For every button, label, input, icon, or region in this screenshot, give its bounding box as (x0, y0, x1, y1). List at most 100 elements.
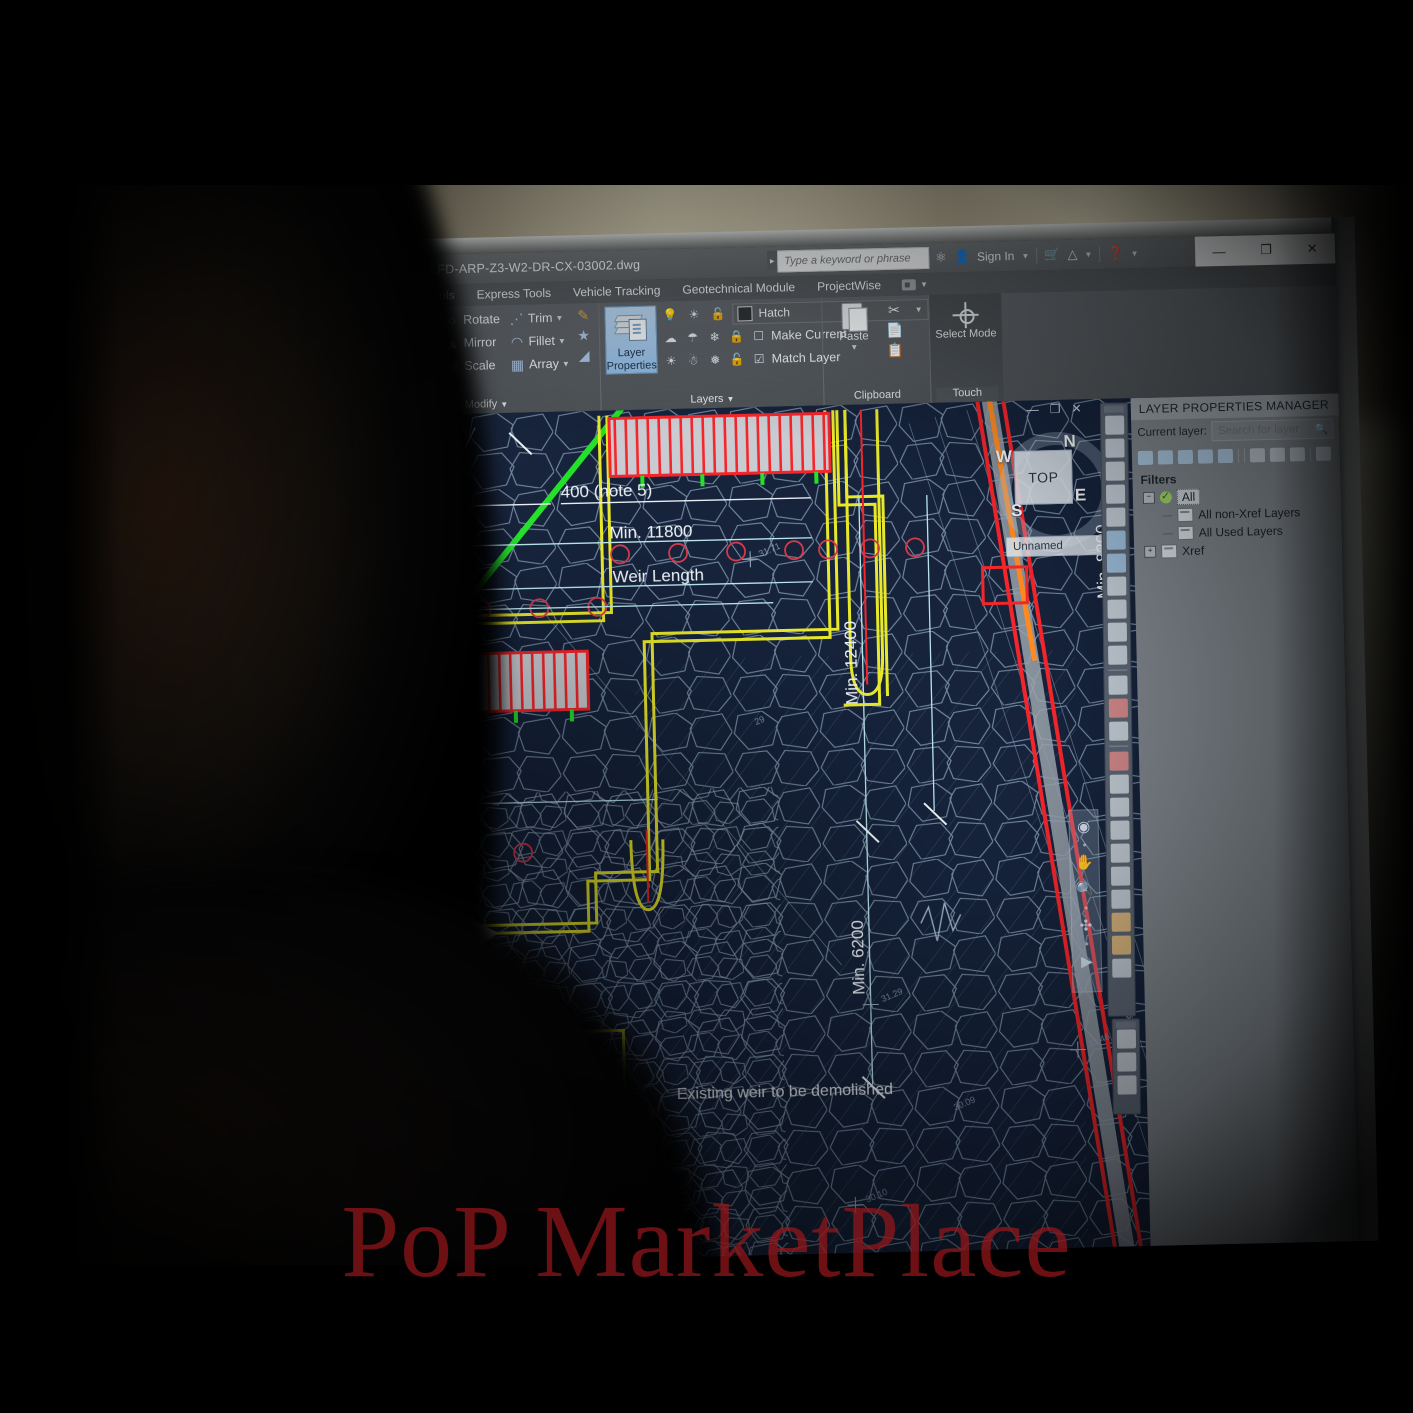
drawing-minimize-button[interactable]: — (1027, 402, 1039, 416)
compass-north-label[interactable]: N (1063, 432, 1076, 452)
infocenter-search-input[interactable] (777, 246, 929, 273)
unlock-icon[interactable]: 🔓 (708, 305, 727, 322)
tab-projectwise[interactable]: ProjectWise (806, 278, 892, 294)
feature-line-icon[interactable] (1107, 675, 1128, 695)
data-shortcut-icon[interactable] (1116, 1052, 1136, 1072)
viewcube[interactable]: TOP N E S W Unnamed (987, 417, 1117, 558)
autodesk-chevron-down-icon[interactable]: ▼ (1084, 250, 1092, 259)
layer-states-manager-icon[interactable] (1217, 448, 1234, 464)
xref-attach-icon[interactable] (1116, 1029, 1136, 1049)
layer-lock-icon[interactable]: 🔒 (727, 328, 746, 345)
minimize-button[interactable]: — (1212, 243, 1225, 258)
layer-isolate-icon[interactable]: ☂ (683, 329, 702, 346)
drawing-restore-button[interactable]: ❐ (1050, 402, 1061, 416)
orbit-icon[interactable]: ✣ (1075, 915, 1096, 936)
layer-freeze-icon[interactable]: ❄ (705, 328, 724, 345)
lightbulb-icon[interactable]: 💡 (660, 306, 679, 323)
profile-icon[interactable] (1108, 751, 1129, 771)
modify-panel-chevron-down-icon[interactable]: ▼ (500, 400, 508, 409)
corridor-icon[interactable] (1109, 774, 1129, 794)
cart-icon[interactable]: 🛒 (1044, 247, 1061, 263)
viewcube-top-face[interactable]: TOP (1013, 449, 1074, 505)
copy-with-base-icon[interactable]: 📋 (886, 342, 904, 359)
showmotion-icon[interactable]: ▶ (1076, 951, 1097, 972)
new-layer-vp-frozen-icon[interactable] (1157, 450, 1174, 465)
point-style-icon[interactable] (1107, 645, 1127, 665)
layer-unlock-icon[interactable]: 🔓 (727, 351, 746, 368)
erase-icon[interactable]: ✎ (575, 307, 592, 324)
user-icon[interactable]: 👤 (954, 249, 971, 265)
modify-trim-button[interactable]: ⋰ Trim ▼ (508, 307, 569, 328)
cut-icon[interactable]: ✂ (885, 302, 902, 319)
help-icon[interactable]: ❓ (1107, 245, 1124, 261)
delete-layer-icon[interactable] (1177, 449, 1194, 465)
expand-xref-icon[interactable]: + (1144, 545, 1157, 558)
tab-vehicle-tracking[interactable]: Vehicle Tracking (562, 283, 672, 300)
alignment-create-icon[interactable] (1108, 721, 1128, 741)
tab-express-tools[interactable]: Express Tools (465, 286, 562, 302)
new-layer-icon[interactable] (1137, 450, 1154, 466)
volume-dashboard-icon[interactable] (1110, 866, 1130, 886)
material-list-icon[interactable] (1111, 935, 1131, 955)
surface-volume-icon[interactable] (1105, 484, 1125, 504)
paste-button[interactable]: Paste ▼ (827, 300, 880, 352)
compass-east-label[interactable]: E (1075, 485, 1087, 505)
point-group-icon[interactable] (1106, 599, 1127, 619)
copy-clip-icon[interactable]: 📄 (886, 322, 904, 339)
edit-polyline-icon[interactable]: ◢ (575, 347, 592, 364)
layer-on-icon[interactable]: ☀ (662, 352, 681, 369)
tab-geotechnical-module[interactable]: Geotechnical Module (671, 280, 806, 297)
search-expand-arrow[interactable]: ▸ (766, 250, 778, 271)
new-property-filter-icon[interactable] (1249, 448, 1266, 463)
modify-fillet-button[interactable]: ◠ Fillet ▼ (508, 330, 569, 351)
viewcube-view-name[interactable]: Unnamed (1005, 534, 1107, 558)
assembly-icon[interactable] (1109, 797, 1129, 817)
pan-hand-icon[interactable]: ✋ (1074, 852, 1095, 873)
fillet-chevron-down-icon[interactable]: ▼ (558, 336, 566, 345)
parcel-create-icon[interactable] (1105, 507, 1125, 527)
quantity-takeoff-icon[interactable] (1111, 958, 1131, 978)
tool-palette-2-grip[interactable] (1115, 1021, 1136, 1029)
ribbon-display-options[interactable]: ▼ (901, 278, 928, 291)
compass-west-label[interactable]: W (996, 447, 1013, 467)
layer-properties-button[interactable]: Layer Properties (604, 305, 658, 375)
sign-in-label[interactable]: Sign In (977, 249, 1015, 264)
tool-palette-grip[interactable] (1103, 405, 1125, 413)
select-mode-button[interactable]: Select Mode (934, 297, 997, 341)
autodesk-a-icon[interactable]: △ (1067, 246, 1077, 262)
grading-icon[interactable] (1110, 843, 1130, 863)
surface-edit-icon[interactable] (1104, 438, 1125, 458)
point-create-icon[interactable] (1106, 576, 1126, 596)
layer-unisolate-icon[interactable]: ☃ (683, 352, 702, 369)
surface-create-icon[interactable] (1104, 415, 1124, 435)
layer-thaw-icon[interactable]: ❅ (705, 351, 724, 368)
infocenter-search-box[interactable] (776, 246, 930, 273)
set-current-layer-icon[interactable] (1197, 449, 1214, 464)
match-layer-icon[interactable]: ☑ (749, 350, 768, 367)
steering-wheel-icon[interactable]: ◉ (1073, 816, 1094, 837)
explode-icon[interactable]: ★ (575, 327, 592, 344)
paste-chevron-down-icon[interactable]: ▼ (850, 343, 858, 352)
pipe-network-icon[interactable] (1108, 698, 1128, 718)
globe-point-icon[interactable] (1106, 530, 1126, 550)
survey-db-icon[interactable] (1116, 1075, 1137, 1095)
array-chevron-down-icon[interactable]: ▼ (562, 359, 570, 368)
ribbon-chevron-down-icon[interactable]: ▼ (920, 279, 928, 288)
make-current-icon[interactable]: ☐ (749, 327, 768, 344)
zoom-icon[interactable]: 🔍 (1074, 879, 1095, 900)
modify-array-button[interactable]: ▦ Array ▼ (509, 353, 570, 374)
help-chevron-down-icon[interactable]: ▼ (1130, 249, 1138, 258)
section-view-icon[interactable] (1109, 820, 1130, 840)
restore-button[interactable]: ❐ (1260, 242, 1272, 258)
earthwork-icon[interactable] (1111, 912, 1131, 932)
point-edit-icon[interactable] (1107, 622, 1127, 642)
compass-south-label[interactable]: S (1011, 501, 1023, 521)
sign-in-chevron-down-icon[interactable]: ▼ (1021, 251, 1029, 260)
surface-analyze-icon[interactable] (1105, 461, 1125, 481)
trim-chevron-down-icon[interactable]: ▼ (555, 313, 563, 322)
ribbon-minimize-icon[interactable] (901, 278, 917, 291)
layers-panel-chevron-down-icon[interactable]: ▼ (726, 395, 734, 404)
expand-collapse-icon[interactable]: − (1142, 491, 1156, 504)
layer-off-icon[interactable]: ☁ (661, 329, 680, 346)
sun-icon[interactable]: ☀ (684, 306, 703, 323)
